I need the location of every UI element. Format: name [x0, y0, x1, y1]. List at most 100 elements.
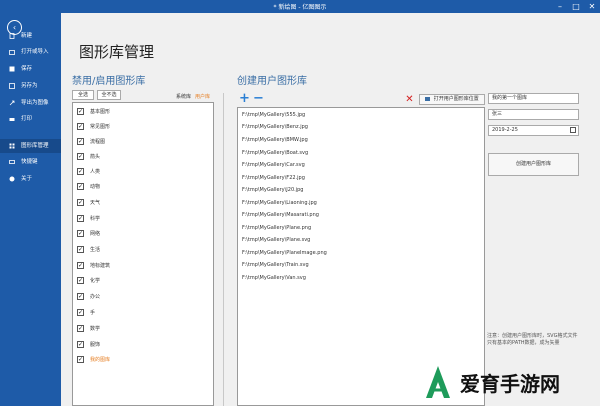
library-item-label: 科学	[90, 216, 101, 222]
tab-user-library[interactable]: 用户库	[195, 93, 210, 100]
library-item[interactable]: ✓ 箭头	[73, 151, 203, 163]
library-item[interactable]: ✓ 人类	[73, 166, 203, 178]
checkbox[interactable]: ✓	[77, 183, 84, 190]
checkbox[interactable]: ✓	[77, 341, 84, 348]
sidebar-item-open[interactable]: 打开或导入	[0, 45, 61, 59]
library-item-label: 数学	[90, 326, 101, 332]
tab-system-library[interactable]: 系统库	[176, 93, 191, 100]
sidebar-item-export[interactable]: 导出为图像	[0, 96, 61, 110]
list-item[interactable]: F:\tmp\MyGallery\555.jpg	[242, 112, 305, 118]
checkbox[interactable]: ✓	[77, 138, 84, 145]
minimize-button[interactable]: –	[552, 0, 568, 13]
checkbox[interactable]: ✓	[77, 277, 84, 284]
sidebar-item-library[interactable]: 图形库管理	[0, 139, 61, 153]
open-location-label: 打开用户图形库位置	[433, 96, 479, 102]
add-icon[interactable]: +	[239, 92, 250, 105]
folder-icon	[425, 96, 431, 101]
checkbox[interactable]: ✓	[77, 168, 84, 175]
library-item[interactable]: ✓ 生活	[73, 244, 203, 256]
list-item[interactable]: F:\tmp\MyGallery\J20.jpg	[242, 187, 303, 193]
checkbox[interactable]: ✓	[77, 262, 84, 269]
sidebar-item-label: 图形库管理	[21, 143, 49, 149]
close-button[interactable]: ✕	[584, 0, 600, 13]
library-item[interactable]: ✓ 我的图库	[73, 354, 203, 366]
library-item[interactable]: ✓ 常见图形	[73, 121, 203, 133]
checkbox[interactable]: ✓	[77, 108, 84, 115]
library-item[interactable]: ✓ 服饰	[73, 339, 203, 351]
sidebar-item-label: 新建	[21, 33, 33, 39]
checkbox[interactable]: ✓	[77, 325, 84, 332]
title-bar: * 新绘图 - 亿图图示 – □ ✕	[0, 0, 600, 13]
library-item[interactable]: ✓ 动物	[73, 181, 203, 193]
sidebar-item-label: 另存为	[21, 83, 38, 89]
select-none-button[interactable]: 全不选	[97, 90, 121, 100]
library-item[interactable]: ✓ 天气	[73, 197, 203, 209]
library-item-label: 常见图形	[90, 124, 111, 130]
sidebar-item-about[interactable]: 关于	[0, 172, 61, 186]
watermark: 爱育手游网	[420, 360, 595, 402]
enable-library-title: 禁用/启用图形库	[72, 76, 146, 87]
checkbox[interactable]: ✓	[77, 309, 84, 316]
checkbox[interactable]: ✓	[77, 230, 84, 237]
sidebar-item-save-as[interactable]: 另存为	[0, 79, 61, 93]
checkbox[interactable]: ✓	[77, 293, 84, 300]
gallery-name-input[interactable]: 我的第一个图库	[488, 93, 579, 104]
library-item[interactable]: ✓ 网络	[73, 228, 203, 240]
sidebar-item-label: 导出为图像	[21, 100, 49, 106]
library-item-label: 生活	[90, 247, 101, 253]
list-item[interactable]: F:\tmp\MyGallery\Masarati.png	[242, 212, 319, 218]
list-item[interactable]: F:\tmp\MyGallery\Plane.svg	[242, 237, 310, 243]
list-item[interactable]: F:\tmp\MyGallery\Plane.png	[242, 225, 311, 231]
list-item[interactable]: F:\tmp\MyGallery\Van.svg	[242, 275, 306, 281]
maximize-button[interactable]: □	[568, 0, 584, 13]
library-icon	[9, 143, 15, 149]
delete-icon[interactable]: ✕	[404, 94, 415, 105]
select-all-button[interactable]: 全选	[72, 90, 94, 100]
author-input[interactable]: 张三	[488, 109, 579, 120]
library-item[interactable]: ✓ 化学	[73, 275, 203, 287]
checkbox[interactable]: ✓	[77, 123, 84, 130]
library-item-label: 化学	[90, 278, 101, 284]
list-item[interactable]: F:\tmp\MyGallery\Benz.jpg	[242, 124, 308, 130]
checkbox[interactable]: ✓	[77, 199, 84, 206]
sidebar-item-new[interactable]: 新建	[0, 29, 61, 43]
library-item[interactable]: ✓ 办公	[73, 291, 203, 303]
sidebar-item-save[interactable]: 保存	[0, 62, 61, 76]
list-item[interactable]: F:\tmp\MyGallery\PlaneImage.png	[242, 250, 327, 256]
list-item[interactable]: F:\tmp\MyGallery\Boat.svg	[242, 150, 308, 156]
library-item[interactable]: ✓ 数学	[73, 323, 203, 335]
library-list[interactable]: ✓ 基本图形 ✓ 常见图形 ✓ 流程图 ✓ 箭头 ✓ 人类 ✓ 动物 ✓ 天气 ✓ 科学 ✓ 网络…	[72, 102, 214, 406]
library-item-label: 网络	[90, 231, 101, 237]
checkbox[interactable]: ✓	[77, 356, 84, 363]
list-item[interactable]: F:\tmp\MyGallery\F22.jpg	[242, 175, 305, 181]
checkbox[interactable]: ✓	[77, 246, 84, 253]
watermark-text: 爱育手游网	[460, 372, 560, 396]
sidebar-item-label: 关于	[21, 176, 33, 182]
new-doc-icon	[9, 33, 15, 39]
list-item[interactable]: F:\tmp\MyGallery\Car.svg	[242, 162, 305, 168]
checkbox[interactable]: ✓	[77, 153, 84, 160]
calendar-icon[interactable]	[570, 127, 576, 133]
sidebar-item-label: 保存	[21, 66, 33, 72]
list-item[interactable]: F:\tmp\MyGallery\Train.svg	[242, 262, 309, 268]
library-item-label: 我的图库	[90, 357, 111, 363]
sidebar-item-label: 打印	[21, 116, 33, 122]
library-item[interactable]: ✓ 流程图	[73, 136, 203, 148]
library-item[interactable]: ✓ 基本图形	[73, 106, 203, 118]
date-picker[interactable]: 2019-2-25	[488, 125, 579, 136]
list-item[interactable]: F:\tmp\MyGallery\Liaoning.jpg	[242, 200, 317, 206]
remove-icon[interactable]: −	[253, 92, 264, 105]
print-icon	[9, 118, 15, 121]
library-item-label: 地标建筑	[90, 263, 111, 269]
list-item[interactable]: F:\tmp\MyGallery\BMW.jpg	[242, 137, 308, 143]
open-location-button[interactable]: 打开用户图形库位置	[419, 94, 485, 105]
sidebar-item-print[interactable]: 打印	[0, 112, 61, 126]
create-library-button[interactable]: 创建用户图形库	[488, 153, 579, 176]
library-item[interactable]: ✓ 地标建筑	[73, 260, 203, 272]
library-item[interactable]: ✓ 科学	[73, 213, 203, 225]
library-item[interactable]: ✓ 手	[73, 307, 203, 319]
window-title: * 新绘图 - 亿图图示	[273, 4, 327, 11]
main-panel: 图形库管理 禁用/启用图形库 全选 全不选 系统库 用户库 ✓ 基本图形 ✓ 常见图…	[61, 13, 600, 406]
checkbox[interactable]: ✓	[77, 215, 84, 222]
sidebar-item-shortcuts[interactable]: 快捷键	[0, 155, 61, 169]
